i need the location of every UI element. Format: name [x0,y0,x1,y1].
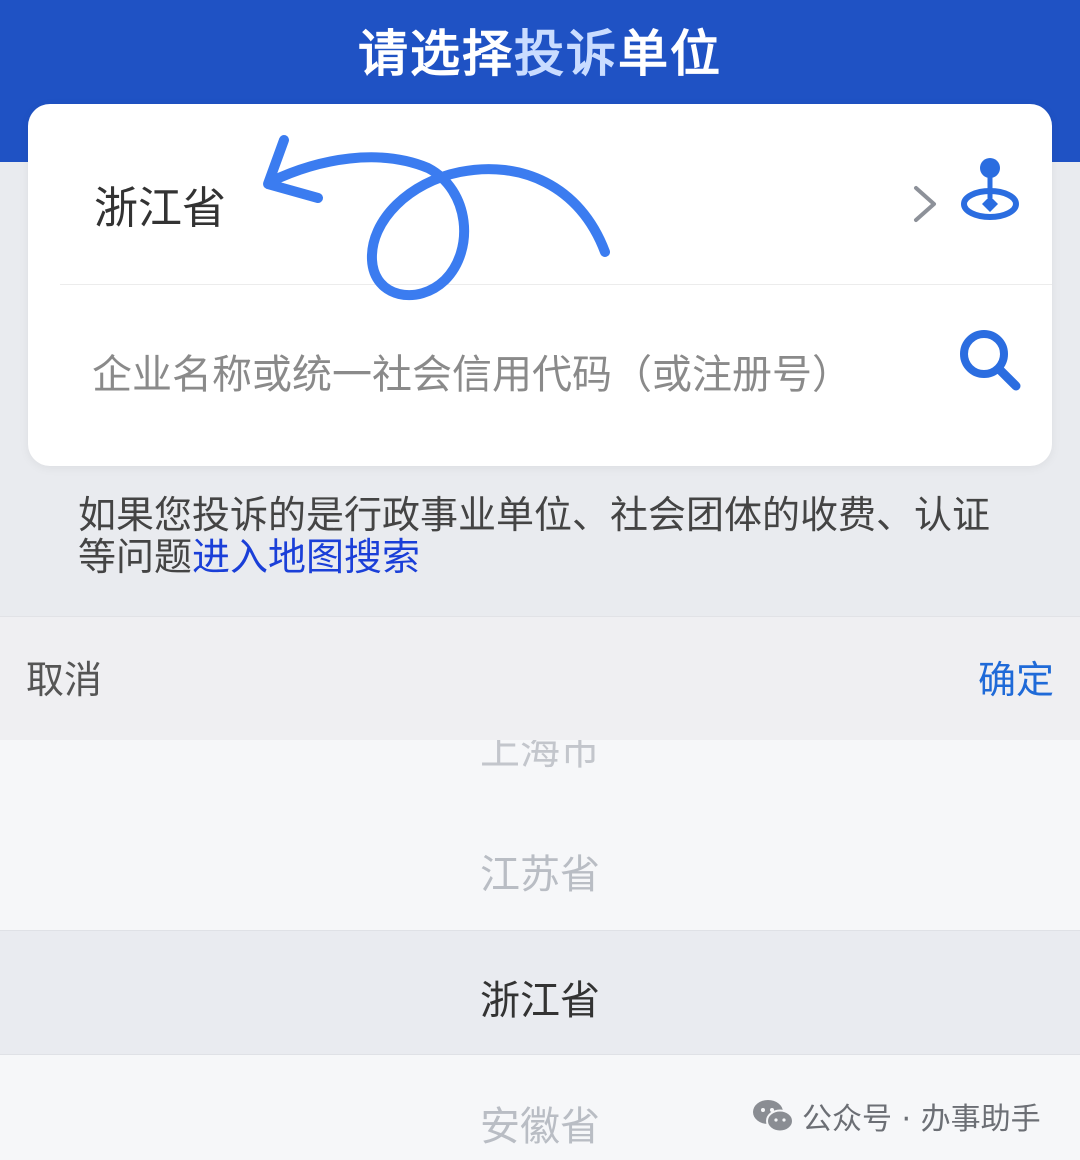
title-part-1: 请选择 [358,25,514,83]
title-part-2: 投诉 [514,25,618,83]
watermark-text: 公众号 · 办事助手 [802,1102,1041,1137]
title-part-3: 单位 [618,25,722,83]
picker-item[interactable]: 上海市 [0,740,1080,776]
province-value: 浙江省 [94,183,226,234]
confirm-button[interactable]: 确定 [978,649,1054,704]
search-input[interactable] [92,345,922,405]
search-icon[interactable] [956,326,1024,394]
picker-item[interactable]: 江苏省 [0,842,1080,900]
location-pin-icon[interactable] [958,156,1022,226]
province-selector[interactable]: 浙江省 [28,104,1052,284]
map-search-link[interactable]: 进入地图搜索 [192,535,420,579]
watermark: 公众号 · 办事助手 [752,1096,1041,1137]
chevron-right-icon [914,186,936,222]
cancel-button[interactable]: 取消 [26,649,102,704]
page-title: 请选择投诉单位 [0,14,1080,86]
picker-toolbar: 取消 确定 [0,616,1080,740]
search-card: 浙江省 [28,104,1052,466]
search-row [28,285,1052,466]
picker-item-selected[interactable]: 浙江省 [0,968,1080,1026]
wechat-icon [753,1100,794,1133]
notice-text: 如果您投诉的是行政事业单位、社会团体的收费、认证等问题进入地图搜索 [78,494,1018,578]
